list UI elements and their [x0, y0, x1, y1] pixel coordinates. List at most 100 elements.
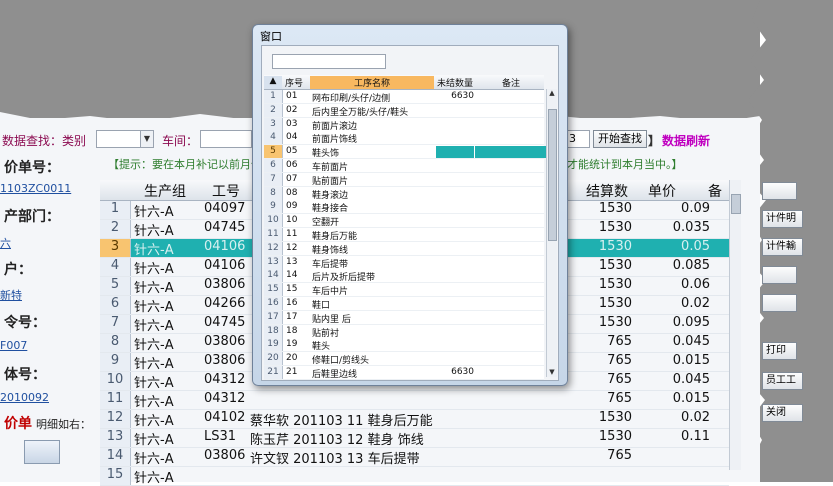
workshop-combo[interactable]	[200, 130, 252, 148]
scroll-down-icon[interactable]: ▼	[547, 368, 557, 377]
cell-id: 03806	[204, 448, 246, 463]
scroll-thumb[interactable]	[548, 109, 557, 241]
row-number: 9	[100, 353, 131, 371]
cell-process-name: 贴前面片	[312, 176, 349, 187]
col-id: 工号	[212, 184, 240, 200]
popup-window: 窗口 ▲ 序号 工序名称 未结数量 备注 1 01 网布印刷/头仔/边侧 6630 2 0…	[252, 24, 568, 386]
list-item[interactable]: 19 19 鞋头	[264, 338, 544, 353]
cell-pending-qty	[436, 257, 474, 269]
close-button[interactable]: 关闭	[762, 404, 803, 422]
order-value[interactable]: F007	[0, 339, 27, 352]
list-item[interactable]: 2 02 后内里全万能/头仔/鞋头	[264, 103, 544, 118]
cell-seq: 18	[286, 325, 298, 336]
chevron-down-icon[interactable]: ▼	[140, 131, 153, 147]
cell-id: 04745	[204, 315, 246, 330]
dept-value[interactable]: 六	[0, 235, 11, 251]
employee-button[interactable]: 员工工	[762, 372, 803, 390]
workshop-label: 车间：	[162, 134, 199, 148]
window-body: ▲ 序号 工序名称 未结数量 备注 1 01 网布印刷/头仔/边侧 6630 2 02 后内…	[261, 45, 559, 381]
cell-id: 04745	[204, 220, 246, 235]
row-number: 2	[264, 103, 283, 117]
list-item[interactable]: 9 09 鞋身接合	[264, 200, 544, 215]
list-item[interactable]: 6 06 车前面片	[264, 159, 544, 173]
table-row[interactable]: 15 针六-A	[100, 467, 729, 486]
row-number: 9	[264, 200, 283, 214]
row-number: 10	[264, 214, 283, 228]
row-number: 19	[264, 338, 283, 352]
cell-price: 0.035	[672, 220, 710, 235]
list-item[interactable]: 7 07 贴前面片	[264, 172, 544, 187]
list-item[interactable]: 1 01 网布印刷/头仔/边侧 6630	[264, 90, 544, 104]
list-item[interactable]: 20 20 修鞋口/剪线头	[264, 352, 547, 367]
cell-process-name: 鞋头	[312, 342, 331, 353]
list-item[interactable]: 4 04 前面片饰线	[264, 131, 544, 146]
list-item[interactable]: 14 14 后片及折后提带	[264, 269, 544, 284]
cell-group: 针六-A	[134, 414, 174, 429]
start-search-button[interactable]: 开始查找	[593, 130, 647, 148]
price-no-value[interactable]: 1103ZC0011	[0, 182, 71, 195]
right-blank-1[interactable]	[762, 182, 797, 200]
grid-scrollbar[interactable]	[729, 180, 741, 470]
cell-pending-qty: 6630	[451, 91, 474, 101]
client-value[interactable]: 新特	[0, 287, 22, 303]
list-item[interactable]: 15 15 车后中片	[264, 283, 544, 298]
cell-seq: 03	[286, 118, 298, 129]
cell-pending-qty	[436, 146, 474, 159]
cell-seq: 16	[286, 298, 298, 308]
piecework-detail-button[interactable]: 计件明	[762, 210, 803, 228]
cell-seq: 17	[286, 311, 298, 322]
data-refresh-link[interactable]: 数据刷新	[662, 132, 710, 149]
toolbar-icon[interactable]	[24, 440, 60, 464]
row-number: 4	[264, 131, 283, 145]
list-item[interactable]: 8 08 鞋身滚边	[264, 186, 544, 201]
cell-process-name: 后鞋里边线	[312, 370, 358, 380]
cell-process-name: 鞋身接合	[312, 204, 349, 215]
list-item[interactable]: 3 03 前面片滚边	[264, 117, 544, 132]
cell-remark	[475, 353, 547, 365]
list-item[interactable]: 11 11 鞋身后万能	[264, 228, 544, 242]
row-number: 15	[264, 283, 283, 297]
cell-group: 针六-A	[134, 205, 174, 220]
dialog-scrollbar[interactable]: ▲ ▼	[546, 89, 557, 377]
list-item[interactable]: 17 17 贴内里 后	[264, 310, 544, 325]
cell-pending-qty	[436, 119, 474, 131]
col-note: 备	[708, 184, 722, 200]
print-button[interactable]: 打印	[762, 342, 797, 360]
list-item[interactable]: 5 05 鞋头饰	[264, 145, 547, 160]
cell-process-name: 空翻开	[312, 218, 340, 229]
scroll-thumb[interactable]	[731, 194, 741, 214]
table-row[interactable]: 13 针六-A LS31 陈玉芹 201103 12 鞋身 饰线 1530 0.11	[100, 429, 729, 448]
scroll-up-icon[interactable]: ▲	[547, 89, 557, 98]
order-label: 令号：	[4, 315, 46, 331]
row-number: 6	[100, 296, 131, 314]
cell-pending-qty	[436, 174, 474, 186]
table-row[interactable]: 12 针六-A 04102 蔡华软 201103 11 鞋身后万能 1530 0.02	[100, 410, 729, 429]
cell-price: 0.06	[681, 277, 710, 292]
row-number: 7	[264, 172, 283, 186]
list-item[interactable]: 21 21 后鞋里边线 6630	[264, 366, 544, 380]
list-item[interactable]: 18 18 贴前衬	[264, 324, 544, 339]
list-item[interactable]: 12 12 鞋身饰线	[264, 241, 544, 256]
cell-pending-qty	[436, 353, 474, 365]
cell-process-name: 鞋身饰线	[312, 245, 349, 256]
list-item[interactable]: 16 16 鞋口	[264, 297, 544, 311]
cell-process-name: 贴前衬	[312, 328, 340, 339]
right-blank-3[interactable]	[762, 294, 797, 312]
cell-seq: 14	[286, 270, 298, 281]
list-item[interactable]: 13 13 车后提带	[264, 255, 544, 270]
col-price: 单价	[648, 184, 676, 200]
table-row[interactable]: 14 针六-A 03806 许文钗 201103 13 车后提带 765	[100, 448, 729, 467]
list-item[interactable]: 10 10 空翻开	[264, 214, 544, 229]
cell-seq: 13	[286, 256, 298, 267]
cell-price: 0.015	[672, 353, 710, 368]
cell-id: LS31	[204, 429, 237, 444]
cell-process-name: 鞋口	[312, 301, 331, 311]
cell-pending-qty	[436, 188, 474, 200]
table-row[interactable]: 11 针六-A 04312 765 0.015	[100, 391, 729, 410]
piecework-input-button[interactable]: 计件輸	[762, 238, 803, 256]
category-combo[interactable]: ▼	[96, 130, 154, 148]
search-input[interactable]	[272, 54, 386, 69]
right-combo[interactable]: 3	[566, 130, 590, 148]
right-blank-2[interactable]	[762, 266, 797, 284]
body-value[interactable]: 2010092	[0, 391, 49, 404]
